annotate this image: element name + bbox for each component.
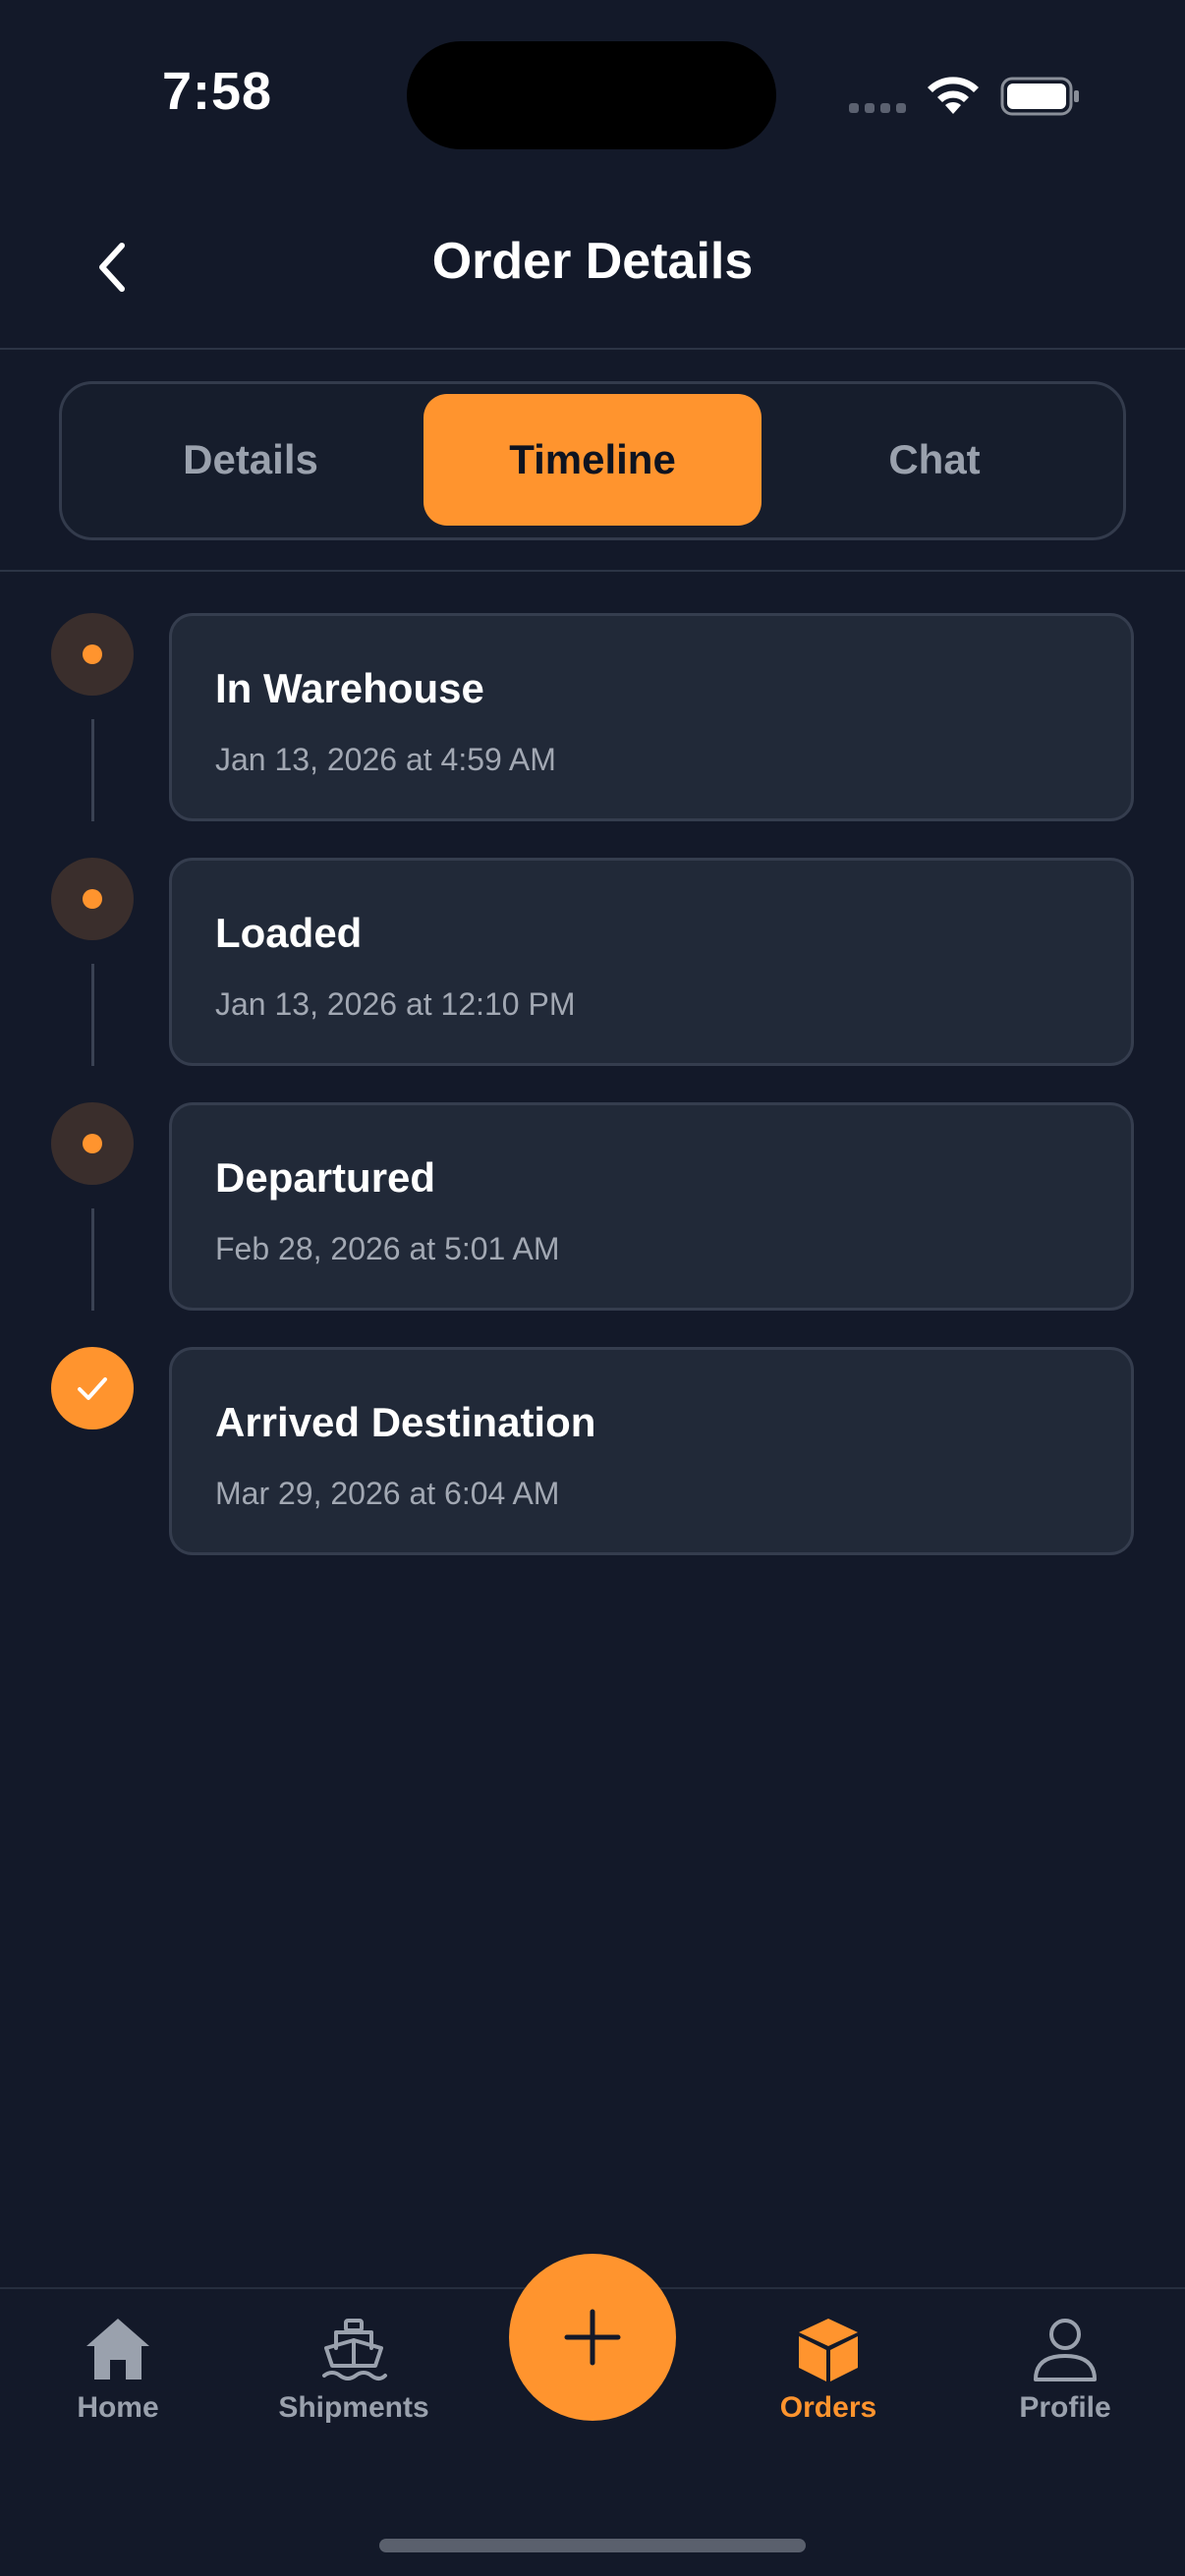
tab-orders[interactable]: Orders bbox=[730, 2315, 927, 2425]
tab-home[interactable]: Home bbox=[20, 2315, 216, 2425]
person-icon bbox=[1034, 2319, 1097, 2381]
ship-icon bbox=[322, 2319, 387, 2380]
timeline-item: Loaded Jan 13, 2026 at 12:10 PM bbox=[0, 858, 1185, 1066]
timeline-card[interactable]: Arrived Destination Mar 29, 2026 at 6:04… bbox=[169, 1347, 1134, 1555]
timeline-title: In Warehouse bbox=[215, 665, 484, 711]
tab-timeline[interactable]: Timeline bbox=[423, 394, 762, 526]
tab-shipments-label: Shipments bbox=[278, 2391, 429, 2424]
tab-orders-label: Orders bbox=[779, 2391, 877, 2424]
timeline-title: Arrived Destination bbox=[215, 1399, 596, 1445]
check-icon bbox=[51, 1347, 134, 1429]
battery-icon bbox=[1000, 77, 1079, 116]
timeline-date: Jan 13, 2026 at 12:10 PM bbox=[215, 986, 576, 1022]
status-bar: 7:58 bbox=[0, 0, 1185, 187]
timeline-dot-pending bbox=[51, 613, 134, 696]
timeline-date: Jan 13, 2026 at 4:59 AM bbox=[215, 742, 556, 777]
timeline-connector bbox=[91, 964, 94, 1066]
timeline-card[interactable]: Loaded Jan 13, 2026 at 12:10 PM bbox=[169, 858, 1134, 1066]
tab-home-label: Home bbox=[77, 2391, 159, 2424]
home-icon bbox=[86, 2319, 149, 2380]
nav-header: Order Details bbox=[0, 187, 1185, 350]
box-icon bbox=[799, 2319, 858, 2381]
timeline-connector bbox=[91, 1208, 94, 1311]
timeline-dot-pending bbox=[51, 858, 134, 940]
timeline-card[interactable]: In Warehouse Jan 13, 2026 at 4:59 AM bbox=[169, 613, 1134, 821]
segment-bar: Details Timeline Chat bbox=[0, 350, 1185, 572]
tab-details[interactable]: Details bbox=[82, 394, 420, 526]
timeline-title: Loaded bbox=[215, 910, 363, 956]
add-button[interactable] bbox=[509, 2254, 676, 2421]
timeline-dot-pending bbox=[51, 1102, 134, 1185]
tab-profile[interactable]: Profile bbox=[967, 2315, 1163, 2425]
dynamic-island bbox=[407, 41, 776, 149]
timeline-item: In Warehouse Jan 13, 2026 at 4:59 AM bbox=[0, 613, 1185, 821]
timeline-connector bbox=[91, 719, 94, 821]
cellular-signal-icon bbox=[849, 103, 906, 113]
timeline-item: Departured Feb 28, 2026 at 5:01 AM bbox=[0, 1102, 1185, 1311]
page-title: Order Details bbox=[431, 233, 754, 290]
timeline-date: Feb 28, 2026 at 5:01 AM bbox=[215, 1231, 560, 1266]
tab-profile-label: Profile bbox=[1019, 2391, 1111, 2424]
segmented-control: Details Timeline Chat bbox=[59, 381, 1126, 540]
tab-shipments[interactable]: Shipments bbox=[255, 2315, 452, 2425]
home-indicator bbox=[379, 2539, 806, 2552]
timeline-title: Departured bbox=[215, 1154, 436, 1201]
tab-chat[interactable]: Chat bbox=[765, 394, 1103, 526]
timeline-card[interactable]: Departured Feb 28, 2026 at 5:01 AM bbox=[169, 1102, 1134, 1311]
plus-icon bbox=[564, 2309, 621, 2366]
timeline-date: Mar 29, 2026 at 6:04 AM bbox=[215, 1476, 560, 1511]
timeline-item: Arrived Destination Mar 29, 2026 at 6:04… bbox=[0, 1347, 1185, 1555]
wifi-icon bbox=[928, 77, 979, 114]
status-time: 7:58 bbox=[162, 62, 273, 121]
